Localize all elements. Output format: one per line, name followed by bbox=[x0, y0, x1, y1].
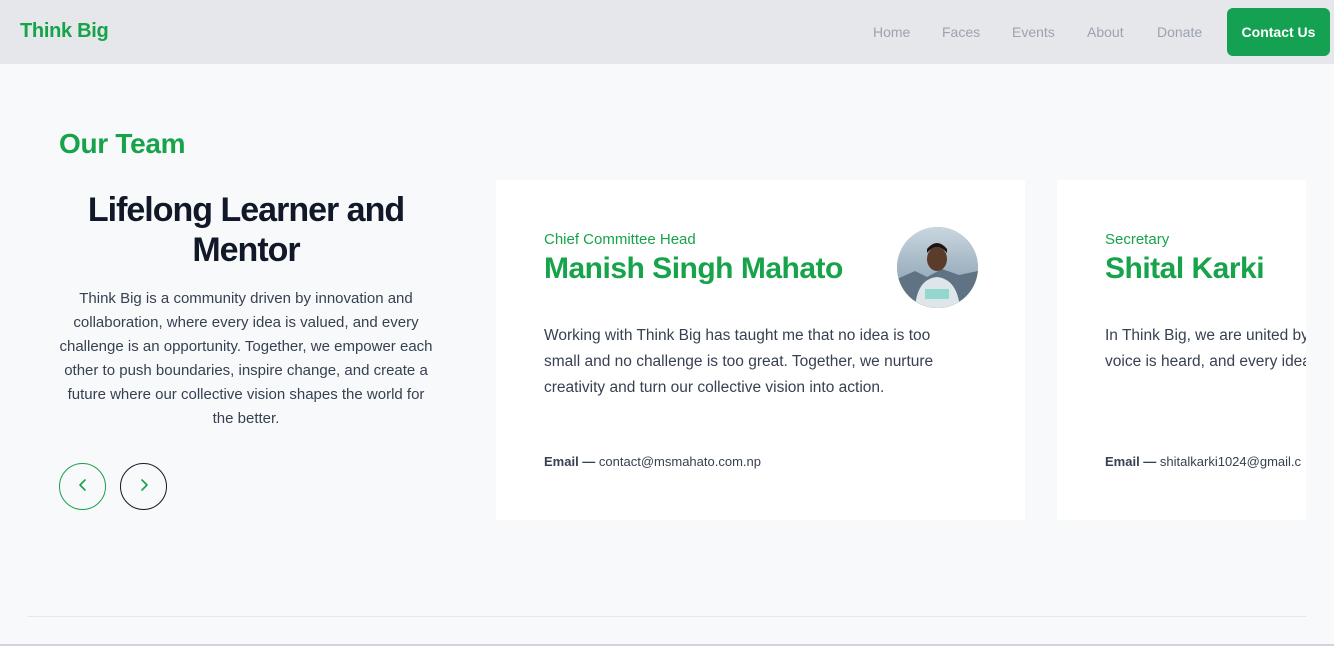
member-email: Email — shitalkarki1024@gmail.c bbox=[1105, 454, 1301, 469]
intro-title: Lifelong Learner and Mentor bbox=[87, 191, 405, 269]
email-link[interactable]: shitalkarki1024@gmail.c bbox=[1160, 454, 1301, 469]
nav-events[interactable]: Events bbox=[1012, 24, 1055, 40]
nav-donate[interactable]: Donate bbox=[1157, 24, 1202, 40]
main-navigation: Home Faces Events About Donate bbox=[0, 0, 1334, 64]
member-email: Email — contact@msmahato.com.np bbox=[544, 454, 761, 469]
chevron-left-icon bbox=[75, 477, 91, 496]
member-name: Manish Singh Mahato bbox=[544, 252, 843, 285]
previous-slide-button[interactable] bbox=[59, 463, 106, 510]
top-navbar: Think Big Home Faces Events About Donate… bbox=[0, 0, 1334, 64]
avatar bbox=[897, 227, 978, 308]
email-link[interactable]: contact@msmahato.com.np bbox=[599, 454, 761, 469]
member-quote: In Think Big, we are united by beyond li… bbox=[1105, 327, 1306, 370]
email-label: Email — bbox=[1105, 454, 1157, 469]
nav-faces[interactable]: Faces bbox=[942, 24, 980, 40]
member-role: Secretary bbox=[1105, 231, 1170, 248]
nav-home[interactable]: Home bbox=[873, 24, 910, 40]
team-card: Chief Committee Head Manish Singh Mahato… bbox=[496, 180, 1025, 520]
section-divider bbox=[28, 616, 1306, 617]
chevron-right-icon bbox=[136, 477, 152, 496]
member-role: Chief Committee Head bbox=[544, 231, 696, 248]
team-carousel[interactable]: Chief Committee Head Manish Singh Mahato… bbox=[496, 180, 1306, 520]
member-name: Shital Karki bbox=[1105, 252, 1265, 285]
section-label: Our Team bbox=[59, 128, 186, 159]
next-slide-button[interactable] bbox=[120, 463, 167, 510]
intro-description: Think Big is a community driven by innov… bbox=[59, 290, 433, 427]
member-quote: Working with Think Big has taught me tha… bbox=[544, 327, 934, 396]
team-card: Secretary Shital Karki In Think Big, we … bbox=[1057, 180, 1306, 520]
contact-us-button[interactable]: Contact Us bbox=[1227, 8, 1330, 56]
email-label: Email — bbox=[544, 454, 596, 469]
nav-about[interactable]: About bbox=[1087, 24, 1124, 40]
